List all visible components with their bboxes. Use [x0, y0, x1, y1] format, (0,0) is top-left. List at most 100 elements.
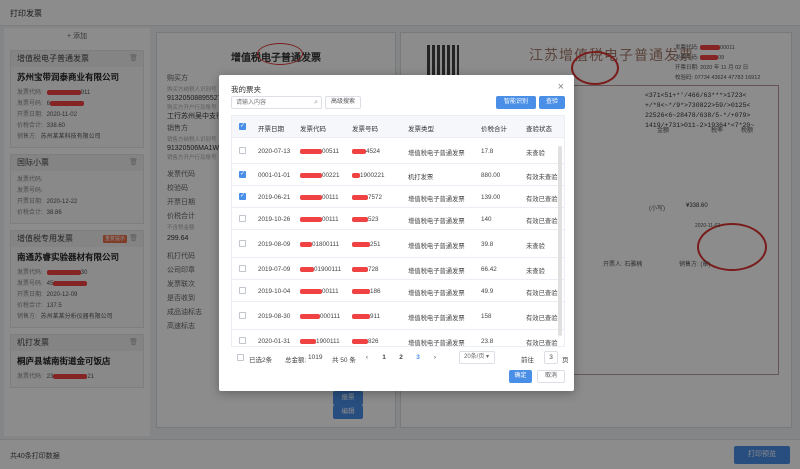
search-input[interactable] [232, 97, 321, 108]
number-cell-text: 251 [370, 241, 381, 248]
chevron-down-icon: ▾ [486, 354, 490, 360]
verify-button[interactable]: 查验 [539, 96, 565, 109]
code-cell-text: 1900111 [316, 338, 340, 345]
search-icon[interactable]: ⌕ [314, 99, 318, 107]
table-row[interactable]: 2020-07-13 00511 4524 增值税电子普通发票 17.8 未查验 [232, 138, 564, 164]
date-cell: 2019-06-21 [258, 194, 291, 201]
page-select-checkbox[interactable] [237, 354, 244, 361]
table-row[interactable]: 2019-08-09 01800111 251 增值税电子普通发票 39.8 未… [232, 230, 564, 258]
code-cell-text: 00111 [322, 216, 339, 223]
number-cell-text: 1900221 [360, 172, 385, 179]
code-cell-text: 00221 [322, 172, 340, 179]
page-size-select[interactable]: 20条/页 ▾ [459, 351, 495, 364]
table-row[interactable]: 2019-07-09 01900111 728 增值税电子普通发票 66.42 … [232, 258, 564, 280]
number-cell-text: 826 [368, 338, 379, 345]
amount-cell: 880.00 [481, 172, 501, 179]
column-header[interactable]: 开票日期 [258, 123, 284, 133]
table-header: 开票日期 发票代码 发票号码 发票类型 价税合计 查验状态 [232, 116, 564, 138]
status-cell: 有效已查验 [526, 340, 558, 347]
cancel-button[interactable]: 取消 [537, 370, 565, 383]
row-checkbox[interactable] [239, 287, 246, 294]
redaction [300, 338, 316, 344]
page-number[interactable]: 2 [395, 352, 407, 364]
status-cell: 有效已查验 [526, 290, 558, 297]
column-header[interactable]: 发票号码 [352, 123, 378, 133]
number-cell-text: 911 [370, 313, 381, 320]
number-cell-text: 523 [368, 216, 379, 223]
redaction [352, 313, 370, 319]
redaction [352, 216, 368, 222]
redaction [352, 288, 370, 294]
code-cell: 00111 [300, 288, 339, 295]
total-amount-label: 总金额: [285, 357, 307, 364]
code-cell: 00111 [300, 216, 339, 223]
amount-cell: 17.8 [481, 148, 494, 155]
date-cell: 2019-08-30 [258, 313, 291, 320]
amount-cell: 158 [481, 313, 492, 320]
row-checkbox[interactable] [239, 192, 246, 200]
row-checkbox[interactable] [239, 312, 246, 319]
date-cell: 2019-10-04 [258, 288, 291, 295]
table-row[interactable]: 2019-06-21 00111 7572 增值税电子普通发票 139.00 有… [232, 186, 564, 208]
table-row[interactable]: 2020-01-31 1900111 826 增值税电子普通发票 23.8 有效… [232, 330, 564, 347]
row-checkbox[interactable] [239, 170, 246, 178]
confirm-button[interactable]: 确定 [509, 370, 532, 383]
row-checkbox[interactable] [239, 147, 246, 154]
table-row[interactable]: 0001-01-01 00221 1900221 机打发票 880.00 有效未… [232, 164, 564, 186]
column-header[interactable]: 查验状态 [526, 123, 552, 133]
goto-page-input[interactable]: 3 [544, 351, 558, 364]
number-cell: 7572 [352, 194, 382, 201]
code-cell-text: 00111 [322, 288, 339, 295]
status-cell: 未查验 [526, 243, 545, 250]
table-row[interactable]: 2019-10-26 00111 523 增值税电子普通发票 140 有效已查验 [232, 208, 564, 230]
search-box: ⌕ [231, 96, 322, 109]
number-cell-text: 7572 [368, 194, 383, 201]
page-suffix: 页 [562, 357, 569, 364]
advanced-search-button[interactable]: 高级搜索 [325, 96, 361, 109]
select-all-checkbox[interactable] [239, 122, 246, 130]
amount-cell: 39.8 [481, 241, 494, 248]
page-number[interactable]: 1 [378, 352, 390, 364]
type-cell: 机打发票 [408, 174, 434, 181]
status-cell: 有效已查验 [526, 196, 558, 203]
invoice-folder-dialog: 我的票夹 × ⌕ 高级搜索 智能识别 查验 开票日期 发票代码 发票号码 发票类… [219, 75, 574, 391]
code-cell: 00221 [300, 172, 340, 179]
code-cell: 01900111 [300, 266, 341, 273]
redaction [300, 172, 322, 178]
next-page-icon[interactable]: › [429, 352, 441, 364]
selected-count: 已选2条 [249, 357, 273, 364]
table-row[interactable]: 2019-10-04 00111 186 增值税电子普通发票 49.9 有效已查… [232, 280, 564, 302]
row-checkbox[interactable] [239, 240, 246, 247]
dialog-title: 我的票夹 [231, 85, 261, 94]
redaction [352, 148, 366, 154]
status-cell: 有效已查验 [526, 218, 558, 225]
amount-cell: 66.42 [481, 266, 497, 273]
code-cell: 01800111 [300, 241, 339, 248]
code-cell: 00111 [300, 194, 339, 201]
redaction [352, 194, 368, 200]
page-number[interactable]: 3 [412, 352, 424, 364]
row-checkbox[interactable] [239, 215, 246, 222]
table-scrollbar[interactable] [558, 146, 562, 336]
row-checkbox[interactable] [239, 337, 246, 344]
redaction [300, 288, 322, 294]
redaction [300, 194, 322, 200]
column-header[interactable]: 价税合计 [481, 123, 507, 133]
smart-recognize-button[interactable]: 智能识别 [496, 96, 536, 109]
type-cell: 增值税电子普通发票 [408, 268, 465, 275]
table-row[interactable]: 2019-08-30 000111 911 增值税电子普通发票 158 有效已查… [232, 302, 564, 330]
type-cell: 增值税电子普通发票 [408, 290, 465, 297]
total-amount-value: 1019 [308, 354, 323, 361]
status-cell: 未查验 [526, 150, 545, 157]
column-header[interactable]: 发票类型 [408, 123, 434, 133]
date-cell: 2019-07-09 [258, 266, 291, 273]
code-cell-text: 00111 [322, 194, 339, 201]
type-cell: 增值税电子普通发票 [408, 243, 465, 250]
close-icon[interactable]: × [558, 81, 564, 93]
column-header[interactable]: 发票代码 [300, 123, 326, 133]
row-checkbox[interactable] [239, 265, 246, 272]
number-cell-text: 186 [370, 288, 381, 295]
prev-page-icon[interactable]: ‹ [361, 352, 373, 364]
number-cell: 186 [352, 288, 381, 295]
redaction [352, 266, 368, 272]
